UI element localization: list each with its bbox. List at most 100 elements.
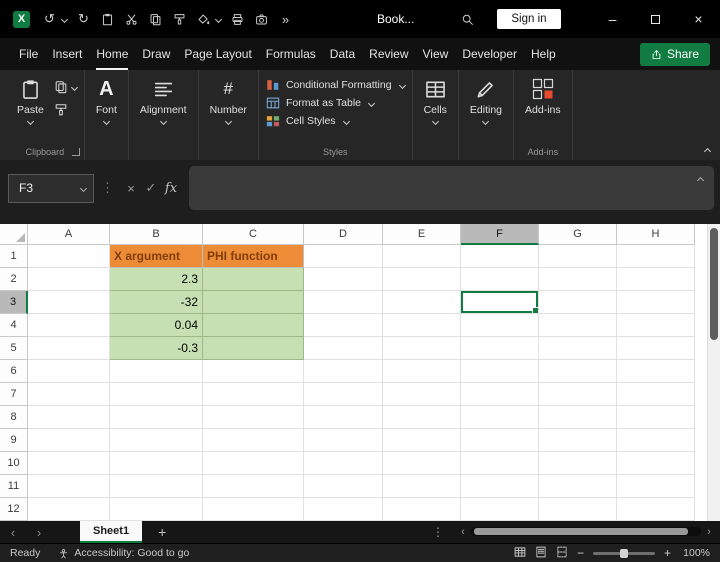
cell-D8[interactable]	[304, 406, 383, 429]
cell-H8[interactable]	[617, 406, 695, 429]
cell-F3[interactable]	[461, 291, 539, 314]
cell-styles-button[interactable]: Cell Styles	[266, 114, 405, 128]
cell-D11[interactable]	[304, 475, 383, 498]
zoom-slider-thumb[interactable]	[619, 548, 628, 558]
number-button[interactable]: # Number	[206, 77, 251, 126]
cell-B1[interactable]: X argument	[110, 245, 203, 268]
cell-A10[interactable]	[28, 452, 110, 475]
cell-E5[interactable]	[383, 337, 461, 360]
ribbon-tab-review[interactable]: Review	[362, 38, 415, 70]
ribbon-tab-page-layout[interactable]: Page Layout	[177, 38, 258, 70]
paste-button[interactable]: Paste	[13, 77, 48, 126]
ribbon-tab-help[interactable]: Help	[524, 38, 563, 70]
row-header-3[interactable]: 3	[0, 291, 28, 314]
cell-D5[interactable]	[304, 337, 383, 360]
editing-dropdown-icon[interactable]	[482, 117, 490, 126]
vertical-scrollbar-thumb[interactable]	[710, 228, 718, 340]
cell-B9[interactable]	[110, 429, 203, 452]
number-dropdown-icon[interactable]	[224, 117, 232, 126]
more-commands-icon[interactable]: »	[278, 12, 293, 27]
cell-C10[interactable]	[203, 452, 304, 475]
ribbon-tab-file[interactable]: File	[12, 38, 45, 70]
cancel-entry-button[interactable]: ×	[121, 176, 141, 200]
cell-G10[interactable]	[539, 452, 617, 475]
cell-C2[interactable]	[203, 268, 304, 291]
cell-B11[interactable]	[110, 475, 203, 498]
cell-C5[interactable]	[203, 337, 304, 360]
row-header-1[interactable]: 1	[0, 245, 28, 268]
cell-D1[interactable]	[304, 245, 383, 268]
cell-G12[interactable]	[539, 498, 617, 521]
cell-H6[interactable]	[617, 360, 695, 383]
column-header-E[interactable]: E	[383, 224, 461, 245]
cell-A8[interactable]	[28, 406, 110, 429]
cell-B4[interactable]: 0.04	[110, 314, 203, 337]
cell-B10[interactable]	[110, 452, 203, 475]
insert-function-button[interactable]: fx	[161, 176, 181, 200]
copy-qat-icon[interactable]	[148, 12, 163, 27]
maximize-button[interactable]	[634, 0, 677, 38]
format-as-table-button[interactable]: Format as Table	[266, 96, 405, 110]
cell-H9[interactable]	[617, 429, 695, 452]
row-header-2[interactable]: 2	[0, 268, 28, 291]
cell-E1[interactable]	[383, 245, 461, 268]
editing-button[interactable]: Editing	[466, 77, 506, 126]
cell-E9[interactable]	[383, 429, 461, 452]
cell-A11[interactable]	[28, 475, 110, 498]
page-break-view-button[interactable]	[556, 546, 568, 561]
formula-input[interactable]	[189, 166, 714, 210]
cell-A1[interactable]	[28, 245, 110, 268]
fill-color-icon[interactable]	[196, 12, 211, 27]
vertical-scrollbar[interactable]	[707, 224, 720, 521]
sign-in-button[interactable]: Sign in	[497, 9, 561, 29]
cell-C12[interactable]	[203, 498, 304, 521]
share-button[interactable]: Share	[639, 42, 710, 66]
cell-D9[interactable]	[304, 429, 383, 452]
cell-F7[interactable]	[461, 383, 539, 406]
name-box-dropdown-icon[interactable]	[79, 184, 88, 192]
scroll-right-icon[interactable]: ›	[704, 526, 714, 538]
paste-qat-icon[interactable]	[100, 12, 115, 27]
cell-C11[interactable]	[203, 475, 304, 498]
cell-F4[interactable]	[461, 314, 539, 337]
font-dropdown-icon[interactable]	[102, 117, 110, 126]
close-button[interactable]: ×	[677, 0, 720, 38]
cell-D6[interactable]	[304, 360, 383, 383]
cell-E11[interactable]	[383, 475, 461, 498]
cell-D7[interactable]	[304, 383, 383, 406]
row-header-10[interactable]: 10	[0, 452, 28, 475]
ribbon-tab-data[interactable]: Data	[323, 38, 362, 70]
collapse-ribbon-icon[interactable]	[703, 147, 712, 156]
cell-F11[interactable]	[461, 475, 539, 498]
ribbon-tab-formulas[interactable]: Formulas	[259, 38, 323, 70]
zoom-in-button[interactable]: +	[664, 546, 671, 560]
cell-F12[interactable]	[461, 498, 539, 521]
conditional-formatting-button[interactable]: Conditional Formatting	[266, 78, 406, 92]
cell-G3[interactable]	[539, 291, 617, 314]
cell-G6[interactable]	[539, 360, 617, 383]
format-painter-qat-icon[interactable]	[172, 12, 187, 27]
cell-A12[interactable]	[28, 498, 110, 521]
cell-H4[interactable]	[617, 314, 695, 337]
cell-C7[interactable]	[203, 383, 304, 406]
select-all-corner[interactable]	[0, 224, 28, 245]
cell-B8[interactable]	[110, 406, 203, 429]
cell-C3[interactable]	[203, 291, 304, 314]
ribbon-tab-developer[interactable]: Developer	[455, 38, 524, 70]
name-box[interactable]: F3	[8, 173, 94, 203]
cut-icon[interactable]	[124, 12, 139, 27]
column-header-C[interactable]: C	[203, 224, 304, 245]
horizontal-scrollbar-track[interactable]	[471, 527, 701, 536]
cell-C4[interactable]	[203, 314, 304, 337]
cell-E2[interactable]	[383, 268, 461, 291]
cell-A7[interactable]	[28, 383, 110, 406]
zoom-out-button[interactable]: −	[577, 546, 584, 560]
ribbon-tab-home[interactable]: Home	[89, 38, 135, 70]
minimize-button[interactable]: –	[591, 0, 634, 38]
cell-B2[interactable]: 2.3	[110, 268, 203, 291]
clipboard-dialog-launcher-icon[interactable]	[71, 148, 80, 156]
cell-B7[interactable]	[110, 383, 203, 406]
zoom-level[interactable]: 100%	[680, 547, 710, 559]
cell-B3[interactable]: -32	[110, 291, 203, 314]
row-header-9[interactable]: 9	[0, 429, 28, 452]
